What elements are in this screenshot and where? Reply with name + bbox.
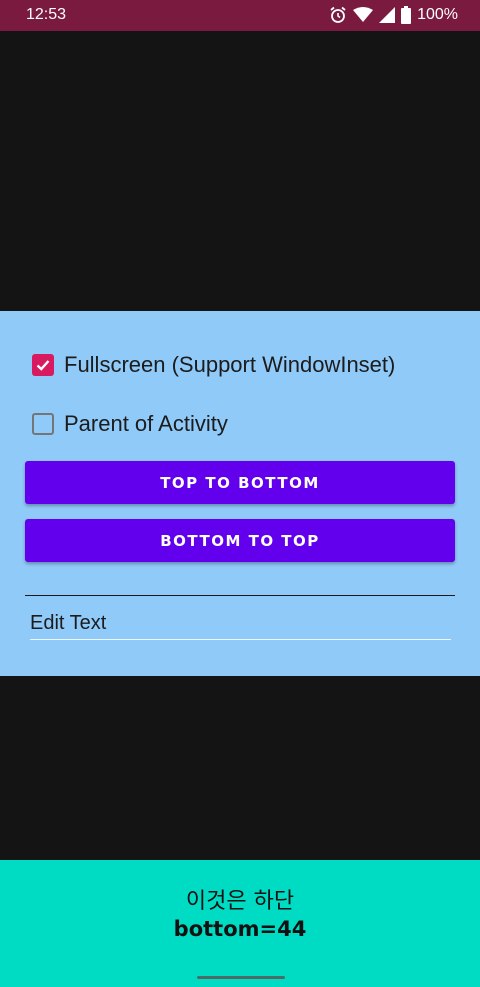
- bottom-to-top-button[interactable]: BOTTOM TO TOP: [25, 519, 455, 562]
- alarm-icon: [329, 6, 347, 24]
- fullscreen-checkbox-row[interactable]: Fullscreen (Support WindowInset): [32, 352, 395, 378]
- edit-text-field[interactable]: Edit Text: [30, 609, 451, 640]
- settings-panel: Fullscreen (Support WindowInset) Parent …: [0, 311, 480, 676]
- bottom-inset-label: bottom=44: [173, 917, 307, 941]
- status-bar: 12:53 100%: [0, 0, 480, 31]
- top-to-bottom-button[interactable]: TOP TO BOTTOM: [25, 461, 455, 504]
- fullscreen-checkbox-label: Fullscreen (Support WindowInset): [64, 352, 396, 377]
- battery-percent: 100%: [417, 6, 458, 23]
- status-icons: 100%: [329, 5, 458, 25]
- battery-icon: [401, 6, 412, 24]
- bottom-title: 이것은 하단: [185, 889, 295, 914]
- status-time: 12:53: [26, 6, 67, 23]
- divider: [25, 595, 455, 596]
- signal-icon: [379, 7, 396, 23]
- bottom-bar: 이것은 하단 bottom=44: [0, 860, 480, 987]
- parent-activity-checkbox-label: Parent of Activity: [64, 411, 228, 436]
- parent-activity-checkbox[interactable]: [32, 413, 54, 435]
- fullscreen-checkbox[interactable]: [32, 354, 54, 376]
- home-indicator[interactable]: [197, 976, 285, 979]
- parent-activity-checkbox-row[interactable]: Parent of Activity: [32, 411, 228, 437]
- wifi-icon: [353, 7, 374, 23]
- check-icon: [36, 360, 50, 371]
